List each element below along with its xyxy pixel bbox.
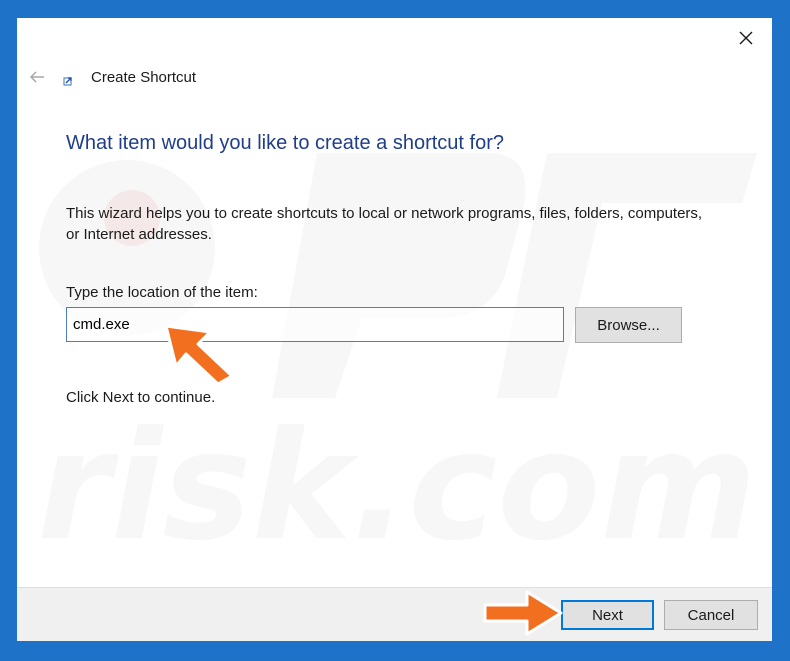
- browse-button[interactable]: Browse...: [575, 307, 682, 343]
- cancel-button[interactable]: Cancel: [664, 600, 758, 630]
- back-button[interactable]: [25, 66, 49, 88]
- window-title: Create Shortcut: [91, 69, 197, 86]
- close-icon: [739, 31, 753, 45]
- close-button[interactable]: [726, 22, 766, 54]
- next-button[interactable]: Next: [561, 600, 654, 630]
- continue-instruction: Click Next to continue.: [66, 389, 216, 406]
- svg-text:risk.com: risk.com: [37, 400, 757, 574]
- back-arrow-icon: [29, 71, 44, 83]
- dialog-footer: Next Cancel: [17, 587, 772, 641]
- page-heading: What item would you like to create a sho…: [66, 132, 504, 154]
- wizard-description: This wizard helps you to create shortcut…: [66, 205, 703, 243]
- shortcut-icon: [63, 77, 72, 86]
- create-shortcut-dialog: risk.com Create Shortcut What item would…: [17, 18, 772, 641]
- location-input[interactable]: [66, 307, 564, 342]
- location-label: Type the location of the item:: [66, 284, 258, 301]
